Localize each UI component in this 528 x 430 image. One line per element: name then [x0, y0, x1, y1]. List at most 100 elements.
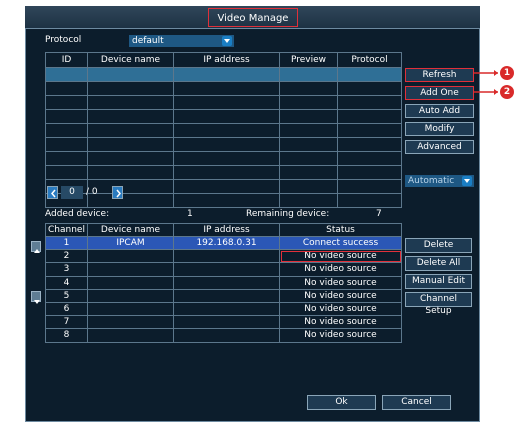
channel-status-cell: No video source	[279, 262, 402, 277]
callout-1: 1	[500, 66, 514, 80]
prev-page-button[interactable]	[47, 186, 58, 199]
auto-add-button[interactable]: Auto Add	[405, 104, 474, 118]
column-header-device-name: Device name	[87, 52, 174, 68]
chevron-left-icon	[51, 189, 56, 198]
channel-channel-cell: 2	[45, 249, 88, 264]
table-cell	[45, 165, 88, 180]
channel-ip-address-cell	[173, 288, 280, 303]
column-header-channel: Channel	[45, 223, 88, 237]
refresh-button[interactable]: Refresh	[405, 68, 474, 82]
table-row[interactable]	[45, 81, 402, 96]
column-header-protocol: Protocol	[337, 52, 402, 68]
table-cell	[87, 165, 174, 180]
table-cell	[279, 137, 338, 152]
column-header-ip-address: IP address	[173, 52, 280, 68]
table-cell	[87, 123, 174, 138]
channel-row[interactable]: 7 No video source	[45, 315, 402, 330]
arrow-up-icon	[34, 249, 40, 253]
table-row[interactable]	[45, 123, 402, 138]
protocol-label: Protocol	[45, 35, 82, 45]
ok-button[interactable]: Ok	[307, 395, 376, 410]
table-row[interactable]	[45, 151, 402, 166]
scroll-up-button[interactable]	[31, 241, 41, 253]
table-cell	[87, 81, 174, 96]
table-cell	[173, 95, 280, 110]
channel-channel-cell: 5	[45, 288, 88, 303]
delete-button[interactable]: Delete	[405, 238, 472, 253]
table-cell	[279, 95, 338, 110]
cancel-button[interactable]: Cancel	[382, 395, 451, 410]
table-row[interactable]	[45, 179, 402, 194]
next-page-button[interactable]	[112, 186, 123, 199]
chevron-down-icon	[462, 176, 472, 186]
table-cell	[279, 123, 338, 138]
table-row[interactable]	[45, 165, 402, 180]
table-cell	[173, 109, 280, 124]
protocol-select-value: default	[132, 36, 164, 46]
channel-status-cell: No video source	[279, 288, 402, 303]
advanced-button[interactable]: Advanced	[405, 140, 474, 154]
table-cell	[337, 137, 402, 152]
channel-row[interactable]: 6 No video source	[45, 301, 402, 317]
column-header-preview: Preview	[279, 52, 338, 68]
table-row[interactable]	[45, 67, 402, 82]
callout-arrows	[474, 70, 498, 95]
modify-button[interactable]: Modify	[405, 122, 474, 136]
table-row[interactable]	[45, 95, 402, 110]
table-cell	[279, 67, 338, 82]
remaining-device-count: 7	[376, 209, 382, 219]
channel-ip-address-cell	[173, 328, 280, 343]
channel-row[interactable]: 4 No video source	[45, 275, 402, 290]
column-header-device-name: Device name	[87, 223, 174, 237]
added-device-count: 1	[187, 209, 193, 219]
channel-row[interactable]: 5 No video source	[45, 288, 402, 303]
chevron-right-icon	[116, 189, 121, 198]
channel-device-cell	[87, 275, 174, 290]
device-search-table: ID Device name IP address Preview Protoc…	[45, 52, 402, 208]
channel-setup-button[interactable]: Channel Setup	[405, 292, 472, 316]
protocol-select[interactable]: default	[129, 35, 234, 47]
channel-ip-address-cell	[173, 262, 280, 277]
table-cell	[45, 109, 88, 124]
current-page-input[interactable]: 0	[61, 186, 83, 199]
table-row[interactable]	[45, 137, 402, 152]
channel-status-cell: No video source	[279, 315, 402, 330]
table-cell	[173, 151, 280, 166]
table-cell	[173, 179, 280, 194]
table-cell	[337, 123, 402, 138]
add-one-button[interactable]: Add One	[405, 86, 474, 100]
table-cell	[173, 67, 280, 82]
channel-status-cell: No video source	[279, 301, 402, 317]
channel-table: Channel Device name IP address Status 1I…	[45, 223, 402, 343]
table-cell	[337, 193, 402, 208]
table-cell	[45, 67, 88, 82]
channel-row[interactable]: 1 IPCAM 192.168.0.31 Connect success	[45, 235, 402, 251]
channel-channel-cell: 3	[45, 262, 88, 277]
channel-device-cell	[87, 262, 174, 277]
table-row[interactable]	[45, 193, 402, 208]
search-mode-select[interactable]: Automatic	[405, 175, 474, 187]
table-cell	[337, 95, 402, 110]
channel-row[interactable]: 2 No video source	[45, 249, 402, 264]
search-mode-value: Automatic	[408, 176, 455, 186]
delete-all-button[interactable]: Delete All	[405, 256, 472, 271]
channel-ip-address-cell	[173, 301, 280, 317]
manual-edit-button[interactable]: Manual Edit	[405, 274, 472, 289]
scroll-down-button[interactable]	[31, 291, 41, 304]
table-cell	[87, 67, 174, 82]
channel-row[interactable]: 3 No video source	[45, 262, 402, 277]
table-cell	[337, 179, 402, 194]
table-cell	[173, 137, 280, 152]
table-cell	[337, 109, 402, 124]
table-cell	[337, 165, 402, 180]
table-cell	[279, 179, 338, 194]
channel-ip-address-cell	[173, 315, 280, 330]
channel-row[interactable]: 8 No video source	[45, 328, 402, 343]
column-header-ip-address: IP address	[173, 223, 280, 237]
channel-channel-cell: 8	[45, 328, 88, 343]
table-row[interactable]	[45, 109, 402, 124]
callout-2: 2	[500, 85, 514, 99]
total-pages: / 0	[86, 187, 98, 197]
channel-ip-address-cell	[173, 275, 280, 290]
channel-device-cell	[87, 315, 174, 330]
